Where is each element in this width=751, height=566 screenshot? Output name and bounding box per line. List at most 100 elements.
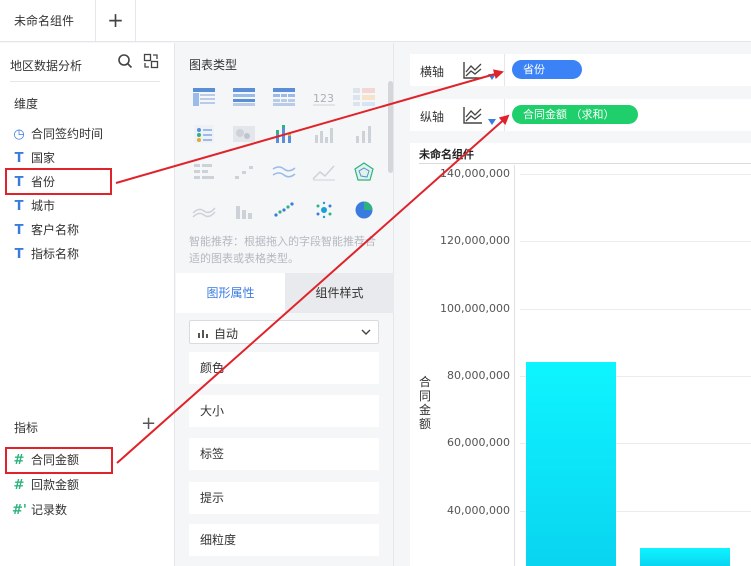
y-tick-label: 100,000,000 bbox=[440, 301, 510, 315]
measures-title: 指标 bbox=[14, 421, 39, 435]
field-label: 指标名称 bbox=[31, 247, 80, 261]
horizontal-bar-icon[interactable] bbox=[192, 162, 216, 182]
chart-bar[interactable] bbox=[526, 362, 616, 566]
text-type-icon: T bbox=[14, 247, 24, 262]
divider bbox=[504, 54, 505, 86]
scatter-plot-icon[interactable] bbox=[272, 200, 296, 220]
field-record-count[interactable]: #' 记录数 bbox=[12, 500, 67, 520]
chart-area: 横轴 省份 纵轴 合同金额 （求和） 未命名组件 140,000,000 120… bbox=[395, 43, 751, 566]
field-label: 回款金额 bbox=[31, 478, 80, 492]
dataset-title[interactable]: 地区数据分析 bbox=[10, 57, 82, 74]
caret-down-icon[interactable] bbox=[488, 74, 496, 80]
tab-bar: 未命名组件 + bbox=[0, 0, 751, 42]
axis-chart-icon bbox=[463, 107, 482, 124]
kpi-number-icon[interactable]: 123 bbox=[312, 87, 336, 107]
tab-graph-properties[interactable]: 图形属性 bbox=[176, 273, 285, 313]
stacked-bar-icon[interactable] bbox=[272, 124, 296, 144]
y-tick-label: 60,000,000 bbox=[447, 436, 510, 450]
y-tick-label: 140,000,000 bbox=[440, 167, 510, 180]
pie-chart-icon[interactable] bbox=[352, 200, 376, 220]
clock-icon: ◷ bbox=[13, 127, 25, 142]
field-province[interactable]: T 省份 bbox=[12, 172, 55, 192]
add-measure-button[interactable]: + bbox=[141, 415, 156, 433]
field-label: 合同签约时间 bbox=[31, 127, 104, 141]
prop-granularity[interactable]: 细粒度 bbox=[189, 524, 379, 556]
bubble-chart-icon[interactable] bbox=[312, 200, 336, 220]
y-axis-field-pill[interactable]: 合同金额 （求和） bbox=[512, 105, 638, 124]
prop-color[interactable]: 颜色 bbox=[189, 352, 379, 384]
prop-label[interactable]: 标签 bbox=[189, 438, 379, 470]
multi-kpi-icon[interactable] bbox=[192, 124, 216, 144]
dimensions-title: 维度 bbox=[14, 97, 39, 111]
field-label: 客户名称 bbox=[31, 223, 80, 237]
app-root: 未命名组件 + 地区数据分析 维度 ◷ 合同签约时间 T 国家 T 省份 T 城市 bbox=[0, 0, 751, 566]
field-panel: 地区数据分析 维度 ◷ 合同签约时间 T 国家 T 省份 T 城市 T 客户名称 bbox=[0, 43, 175, 566]
gridline bbox=[520, 308, 751, 310]
field-label: 记录数 bbox=[31, 503, 68, 517]
waterfall-icon[interactable] bbox=[232, 200, 256, 220]
y-axis-title: 合同金额 bbox=[419, 375, 432, 431]
chart-type-select[interactable]: 自动 bbox=[189, 320, 379, 344]
y-tick-label: 120,000,000 bbox=[440, 234, 510, 248]
tab-component-style[interactable]: 组件样式 bbox=[285, 273, 394, 313]
field-city[interactable]: T 城市 bbox=[12, 196, 55, 216]
bar-chart-icon bbox=[198, 330, 208, 338]
y-tick-label: 40,000,000 bbox=[447, 503, 510, 517]
y-axis-shelf[interactable]: 纵轴 合同金额 （求和） bbox=[410, 99, 751, 131]
property-tabs: 图形属性 组件样式 bbox=[176, 273, 394, 313]
y-tick-label: 80,000,000 bbox=[447, 368, 510, 382]
field-country[interactable]: T 国家 bbox=[12, 148, 55, 168]
record-count-icon: #' bbox=[12, 503, 27, 518]
field-indicator-name[interactable]: T 指标名称 bbox=[12, 244, 79, 264]
field-label: 合同金额 bbox=[31, 453, 80, 467]
comparison-table-icon[interactable] bbox=[352, 87, 376, 107]
chevron-down-icon bbox=[361, 329, 371, 335]
scrollbar[interactable] bbox=[388, 81, 393, 173]
bar-chart: 未命名组件 140,000,000 120,000,000 100,000,000 8… bbox=[410, 143, 751, 566]
chart-type-panel: 图表类型 123 智能推荐：根据拖入的字段智能推荐合适的图表或表格类型。 图形属… bbox=[176, 43, 394, 566]
field-customer-name[interactable]: T 客户名称 bbox=[12, 220, 79, 240]
svg-text:123: 123 bbox=[313, 92, 334, 105]
gridline bbox=[520, 241, 751, 243]
field-contract-date[interactable]: ◷ 合同签约时间 bbox=[12, 124, 103, 144]
field-label: 城市 bbox=[31, 199, 56, 213]
y-axis-line bbox=[514, 165, 515, 566]
line-chart-icon[interactable] bbox=[312, 162, 336, 182]
tab-component[interactable]: 未命名组件 bbox=[0, 0, 96, 42]
caret-down-icon[interactable] bbox=[488, 119, 496, 125]
x-axis-label: 横轴 bbox=[420, 65, 445, 79]
grouped-bar-icon[interactable] bbox=[312, 124, 336, 144]
heatmap-icon[interactable] bbox=[232, 124, 256, 144]
chart-title: 未命名组件 bbox=[419, 148, 474, 161]
field-label: 省份 bbox=[31, 175, 56, 189]
prop-tooltip[interactable]: 提示 bbox=[189, 482, 379, 514]
scatter-steps-icon[interactable] bbox=[232, 162, 256, 182]
column-chart-icon[interactable] bbox=[352, 124, 376, 144]
search-icon[interactable] bbox=[117, 53, 133, 69]
detail-table-icon[interactable] bbox=[272, 87, 296, 107]
divider bbox=[504, 99, 505, 131]
text-type-icon: T bbox=[14, 151, 24, 166]
field-label: 国家 bbox=[31, 151, 56, 165]
prop-size[interactable]: 大小 bbox=[189, 395, 379, 427]
chart-bar[interactable] bbox=[640, 547, 730, 566]
add-tab-button[interactable]: + bbox=[96, 0, 136, 42]
text-type-icon: T bbox=[14, 223, 24, 238]
text-type-icon: T bbox=[14, 199, 24, 214]
radar-chart-icon[interactable] bbox=[352, 162, 376, 182]
switch-dataset-icon[interactable] bbox=[143, 53, 159, 69]
field-payment-amount[interactable]: # 回款金额 bbox=[12, 475, 79, 495]
divider bbox=[10, 81, 160, 82]
select-value: 自动 bbox=[214, 327, 239, 341]
text-type-icon: T bbox=[14, 175, 24, 190]
field-contract-amount[interactable]: # 合同金额 bbox=[12, 450, 79, 470]
x-axis-shelf[interactable]: 横轴 省份 bbox=[410, 54, 751, 86]
chart-type-title: 图表类型 bbox=[189, 58, 238, 72]
group-table-icon[interactable] bbox=[232, 87, 256, 107]
area-chart-icon[interactable] bbox=[192, 200, 216, 220]
multi-line-icon[interactable] bbox=[272, 162, 296, 182]
cross-table-icon[interactable] bbox=[192, 87, 216, 107]
gridline bbox=[520, 174, 751, 175]
x-axis-field-pill[interactable]: 省份 bbox=[512, 60, 582, 79]
divider bbox=[419, 163, 751, 164]
